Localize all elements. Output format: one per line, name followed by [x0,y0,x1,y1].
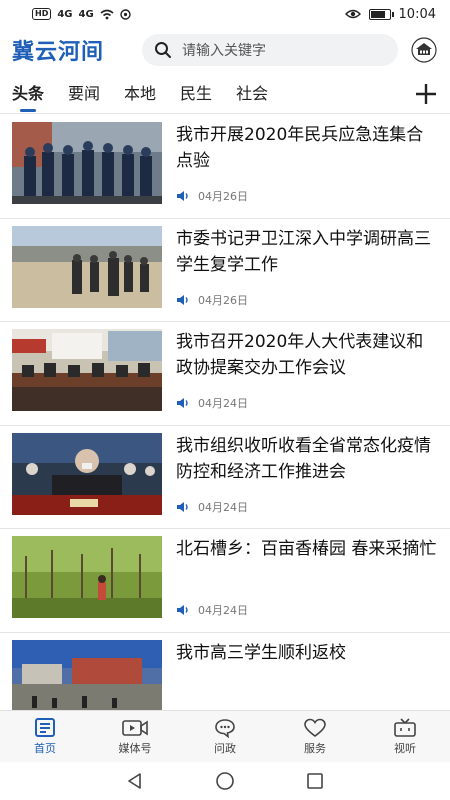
news-title: 我市高三学生顺利返校 [176,642,346,663]
home-icon[interactable] [215,771,235,791]
news-thumbnail [12,122,162,204]
app-header: 冀云河间 请输入关键字 [0,28,450,72]
add-channel-icon[interactable] [412,80,440,108]
back-icon[interactable] [126,772,144,790]
status-right: 10:04 [344,6,436,22]
nav-label: 问政 [214,741,236,755]
home-news-icon [35,717,55,737]
tab-4[interactable]: 社会 [236,76,268,114]
nav-label: 服务 [304,741,326,755]
nav-politics[interactable]: 问政 [180,711,270,762]
news-list: 我市开展2020年民兵应急连集合点验 04月26日 市委书记尹卫江深入中学调研高… [0,115,450,710]
building-logo-icon [411,37,437,63]
news-thumbnail [12,639,162,710]
wifi-icon [100,9,114,19]
app-notify-icon [119,8,131,20]
news-title: 市委书记尹卫江深入中学调研高三学生复学工作 [176,228,431,275]
news-item[interactable]: 北石槽乡：百亩香椿园 春来采摘忙 04月24日 [0,529,450,633]
clock: 10:04 [398,6,436,22]
speaker-icon[interactable] [176,501,190,513]
speaker-icon[interactable] [176,190,190,202]
search-placeholder: 请输入关键字 [182,43,266,59]
news-title: 北石槽乡：百亩香椿园 春来采摘忙 [176,539,437,559]
chat-bubble-icon [215,718,235,738]
tab-2[interactable]: 本地 [124,76,156,114]
news-meta: 04月24日 [176,395,248,411]
tab-0[interactable]: 头条 [12,76,44,114]
search-bar[interactable]: 请输入关键字 [142,34,398,66]
news-thumbnail [12,329,162,411]
search-icon [152,39,174,61]
news-thumbnail [12,225,162,308]
category-tabs: 头条 要闻 本地 民生 社会 [0,76,450,114]
signal-2: 4G [78,8,94,20]
profile-button[interactable] [410,36,438,64]
news-title: 我市召开2020年人大代表建议和政协提案交办工作会议 [176,332,424,378]
news-meta: 04月26日 [176,188,248,204]
news-thumbnail [12,536,162,618]
news-date: 04月26日 [198,190,248,203]
battery-icon [368,8,394,20]
nav-home[interactable]: 首页 [0,711,90,762]
news-item[interactable]: 市委书记尹卫江深入中学调研高三学生复学工作 04月26日 [0,219,450,322]
video-icon [122,719,148,736]
tab-1[interactable]: 要闻 [68,76,100,114]
news-meta: 04月26日 [176,292,248,308]
signal-1: 4G [57,8,73,20]
news-meta: 04月24日 [176,499,248,515]
system-nav-bar [0,762,450,800]
status-left: HD 4G 4G [32,8,131,20]
nav-label: 视听 [394,741,416,755]
tab-3[interactable]: 民生 [180,76,212,114]
speaker-icon[interactable] [176,604,190,616]
news-item[interactable]: 我市召开2020年人大代表建议和政协提案交办工作会议 04月24日 [0,322,450,426]
nav-label: 媒体号 [118,741,152,755]
news-title: 我市开展2020年民兵应急连集合点验 [176,125,424,171]
news-item[interactable]: 我市组织收听收看全省常态化疫情防控和经济工作推进会 04月24日 [0,426,450,529]
news-date: 04月24日 [198,500,248,514]
tv-icon [394,717,416,737]
hd-badge: HD [32,8,52,20]
bottom-nav: 首页 媒体号 问政 服务 视听 [0,710,450,762]
news-item[interactable]: 我市开展2020年民兵应急连集合点验 04月26日 [0,115,450,219]
nav-av[interactable]: 视听 [360,711,450,762]
news-thumbnail [12,432,162,515]
news-item[interactable]: 我市高三学生顺利返校 [0,633,450,710]
news-date: 04月26日 [198,293,248,307]
recents-icon[interactable] [306,772,324,790]
status-bar: HD 4G 4G 10:04 [0,0,450,28]
eye-icon [344,9,361,19]
nav-service[interactable]: 服务 [270,711,360,762]
heart-icon [304,718,326,737]
news-meta: 04月24日 [176,602,248,618]
nav-label: 首页 [34,741,56,755]
news-date: 04月24日 [198,397,248,410]
speaker-icon[interactable] [176,294,190,306]
nav-media[interactable]: 媒体号 [90,711,180,762]
app-logo[interactable]: 冀云河间 [12,34,130,66]
news-date: 04月24日 [198,604,248,617]
speaker-icon[interactable] [176,397,190,409]
news-title: 我市组织收听收看全省常态化疫情防控和经济工作推进会 [176,435,431,482]
